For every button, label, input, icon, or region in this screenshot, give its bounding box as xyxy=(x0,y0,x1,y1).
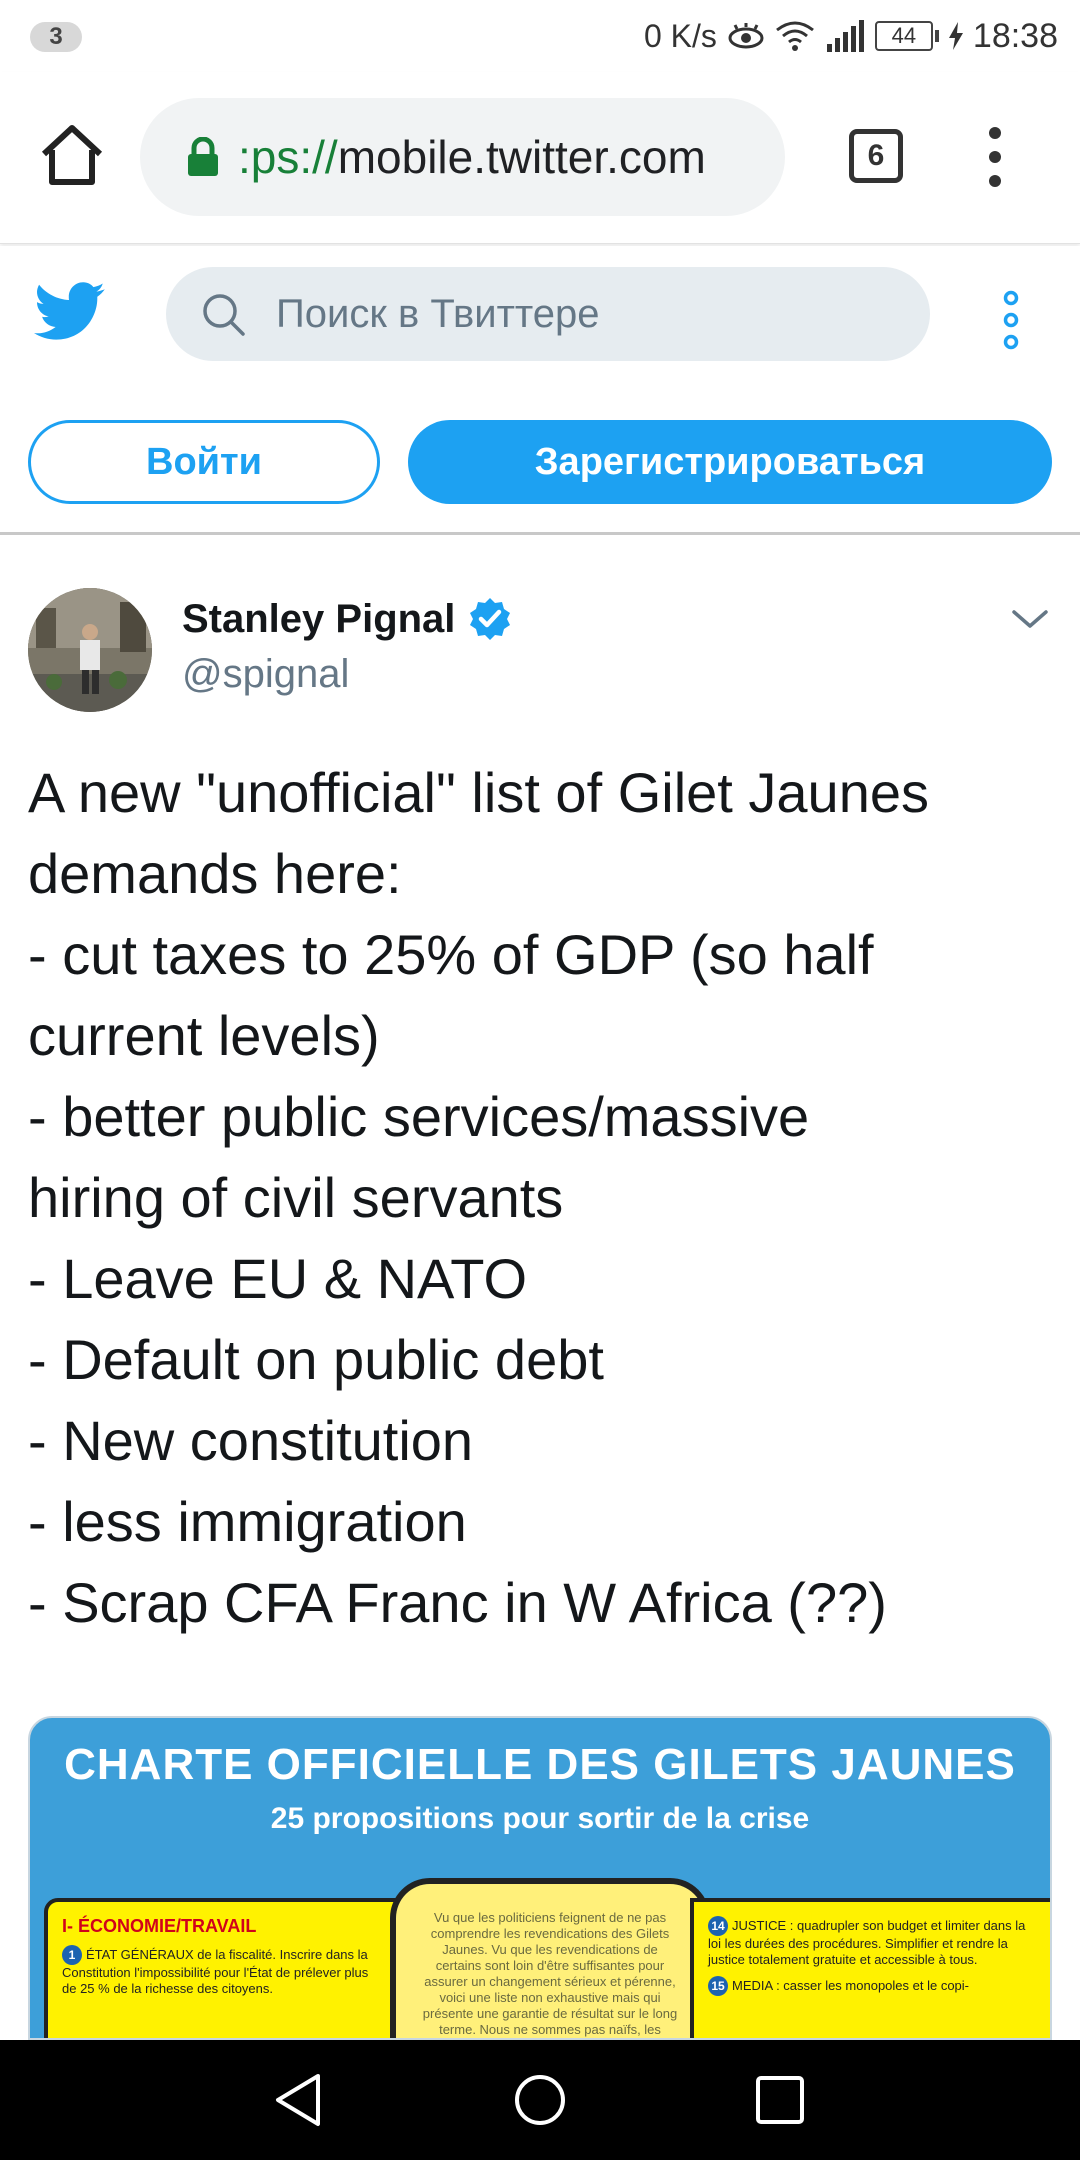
media-right-panel: 14 JUSTICE : quadrupler son budget et lim… xyxy=(690,1898,1050,2038)
url-scheme: :ps:// xyxy=(238,131,338,183)
tweet-text: A new "unofficial" list of Gilet Jaunes … xyxy=(28,752,1058,1643)
status-icons: 0 K/s 44 18:38 xyxy=(644,14,1058,58)
media-left-item: 1 ÉTAT GÉNÉRAUX de la fiscalité. Inscrire… xyxy=(62,1945,386,1997)
tweet-line: demands here: xyxy=(28,842,402,905)
author-handle[interactable]: @spignal xyxy=(182,652,349,697)
author-name: Stanley Pignal xyxy=(182,596,456,641)
battery-level: 44 xyxy=(874,21,933,51)
notification-count-badge: 3 xyxy=(30,22,82,52)
media-item-text: ÉTAT GÉNÉRAUX de la fiscalité. Inscrire … xyxy=(62,1947,369,1996)
media-right-item: 14 JUSTICE : quadrupler son budget et lim… xyxy=(708,1916,1036,1968)
avatar[interactable] xyxy=(28,588,152,712)
status-bar: 3 0 K/s 44 18:38 xyxy=(0,0,1080,72)
android-nav-bar xyxy=(0,2040,1080,2160)
media-left-panel: I- ÉCONOMIE/TRAVAIL 1 ÉTAT GÉNÉRAUX de la… xyxy=(44,1898,404,2038)
twitter-search-box[interactable] xyxy=(166,267,930,361)
tweet-line: - less immigration xyxy=(28,1490,467,1553)
tweet-line: - New constitution xyxy=(28,1409,474,1472)
tweet-line: hiring of civil servants xyxy=(28,1166,564,1229)
media-center-text: Vu que les politiciens feignent de ne pa… xyxy=(422,1910,678,2037)
charging-icon xyxy=(948,22,963,50)
tweet-line: - better public services/massive xyxy=(28,1085,810,1148)
back-icon[interactable] xyxy=(260,2064,340,2136)
verified-badge-icon xyxy=(470,598,511,640)
media-left-section: I- ÉCONOMIE/TRAVAIL xyxy=(62,1916,257,1936)
media-subtitle: 25 propositions pour sortir de la crise xyxy=(270,1802,810,1835)
eye-comfort-icon xyxy=(728,23,764,49)
tweet-line: - Leave EU & NATO xyxy=(28,1247,527,1310)
media-item-number: 15 xyxy=(708,1976,728,1996)
tweet-line: - Scrap CFA Franc in W Africa (??) xyxy=(28,1571,887,1634)
url-text: :ps://mobile.twitter.com xyxy=(238,130,706,184)
browser-menu-icon[interactable] xyxy=(980,124,1010,190)
media-item-text: JUSTICE : quadrupler son budget et limit… xyxy=(708,1918,1026,1967)
media-item-number: 1 xyxy=(62,1945,82,1965)
search-icon xyxy=(203,294,245,336)
header-divider xyxy=(0,532,1080,535)
wifi-icon xyxy=(775,21,814,51)
signup-button[interactable]: Зарегистрироваться xyxy=(408,420,1052,504)
twitter-header xyxy=(0,246,1080,406)
tweet-media-image[interactable]: CHARTE OFFICIELLE DES GILETS JAUNES 25 p… xyxy=(28,1716,1052,2040)
clock: 18:38 xyxy=(972,16,1058,55)
avatar-photo xyxy=(28,588,152,712)
chevron-down-icon[interactable] xyxy=(1010,604,1050,634)
tweet-line: - Default on public debt xyxy=(28,1328,604,1391)
home-nav-icon[interactable] xyxy=(500,2064,580,2136)
search-input[interactable] xyxy=(276,291,876,337)
media-right-item-2: 15 MEDIA : casser les monopoles et le cop… xyxy=(708,1976,1036,1996)
address-bar[interactable]: :ps://mobile.twitter.com xyxy=(140,98,785,216)
home-icon[interactable] xyxy=(38,122,106,190)
login-button[interactable]: Войти xyxy=(28,420,380,504)
battery-indicator: 44 xyxy=(874,21,939,51)
net-speed: 0 K/s xyxy=(643,17,717,54)
media-title: CHARTE OFFICIELLE DES GILETS JAUNES xyxy=(64,1740,1016,1789)
auth-buttons: Войти Зарегистрироваться xyxy=(0,420,1080,508)
twitter-bird-icon[interactable] xyxy=(34,282,106,342)
media-item-text: MEDIA : casser les monopoles et le copi- xyxy=(732,1978,969,1993)
media-item-number: 14 xyxy=(708,1916,728,1936)
more-options-icon[interactable] xyxy=(996,290,1026,350)
lock-icon xyxy=(188,137,218,176)
browser-toolbar: :ps://mobile.twitter.com 6 xyxy=(0,72,1080,244)
tweet-line: current levels) xyxy=(28,1004,380,1067)
author-name-row[interactable]: Stanley Pignal xyxy=(182,596,513,642)
tweet-line: - cut taxes to 25% of GDP (so half xyxy=(28,923,874,986)
tab-switcher-button[interactable]: 6 xyxy=(849,129,903,183)
recents-icon[interactable] xyxy=(740,2064,820,2136)
signal-icon xyxy=(826,20,864,52)
media-center-panel: Vu que les politiciens feignent de ne pa… xyxy=(390,1878,710,2038)
tweet-line: A new "unofficial" list of Gilet Jaunes xyxy=(28,761,929,824)
url-host: mobile.twitter.com xyxy=(337,131,706,183)
